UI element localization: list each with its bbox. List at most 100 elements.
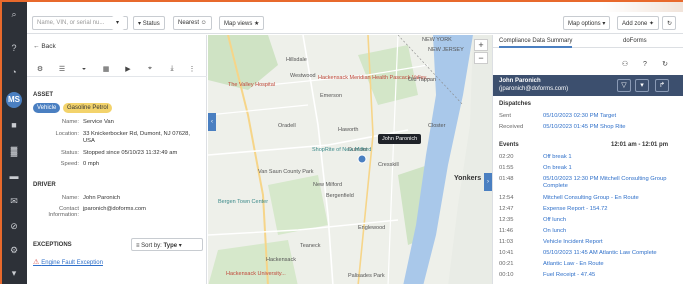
map-view[interactable]: Hillsdale Westwood Hackensack Meridian H… bbox=[208, 35, 492, 284]
filter-icon[interactable]: ▽ bbox=[617, 79, 631, 92]
map-options-label: Map options bbox=[568, 21, 601, 27]
event-desc: Off break 1 bbox=[543, 154, 572, 160]
speed-label: Speed: bbox=[60, 161, 79, 167]
back-link[interactable]: ← Back bbox=[33, 43, 56, 50]
status-label: Status: bbox=[60, 150, 79, 156]
event-desc: 05/10/2023 12:30 PM Mitchell Consulting … bbox=[543, 176, 667, 189]
status-value: Stopped since 05/10/23 11:32:49 am bbox=[83, 150, 178, 156]
asset-map-tooltip[interactable]: John Paronich bbox=[378, 134, 422, 144]
map-options-button[interactable]: Map options ▾ bbox=[563, 16, 611, 30]
received-label: Received bbox=[499, 124, 524, 130]
map-label-new-milford: New Milford bbox=[313, 182, 343, 188]
dispatches-title: Dispatches bbox=[499, 101, 532, 107]
map-label-new-york: NEW YORK bbox=[422, 37, 452, 43]
map-label-westwood: Westwood bbox=[290, 73, 316, 79]
exception-item[interactable]: ⚠ Engine Fault Exception bbox=[33, 258, 103, 266]
refresh-button[interactable]: ↻ bbox=[662, 16, 676, 30]
driver-name-value: John Paronich bbox=[83, 195, 121, 201]
search-dropdown-icon[interactable]: ▾ bbox=[112, 16, 124, 30]
settings-icon[interactable]: ⚙ bbox=[35, 65, 45, 73]
exception-label: Engine Fault Exception bbox=[41, 260, 103, 266]
event-time: 10:41 bbox=[499, 250, 514, 256]
received-value[interactable]: 05/10/2023 01:45 PM Shop Rite bbox=[543, 124, 626, 130]
calendar-icon[interactable]: ▦ bbox=[101, 65, 111, 73]
help-icon[interactable]: ? bbox=[639, 59, 651, 70]
event-desc: Mitchell Consulting Group - En Route bbox=[543, 195, 639, 201]
user-icon[interactable]: MS bbox=[6, 92, 22, 108]
clock-icon[interactable]: ◔ bbox=[8, 66, 20, 78]
search-icon[interactable]: ⌕ bbox=[8, 8, 20, 20]
pin-icon[interactable]: ⌖ bbox=[145, 65, 155, 73]
compass-icon[interactable]: ⊘ bbox=[8, 220, 20, 232]
event-time: 01:48 bbox=[499, 176, 514, 182]
refresh-icon[interactable]: ↻ bbox=[659, 59, 671, 70]
event-time: 00:21 bbox=[499, 261, 514, 267]
driver-name-label: Name: bbox=[61, 195, 79, 201]
chevron-down-icon[interactable]: ▾ bbox=[635, 79, 649, 92]
event-desc: On lunch bbox=[543, 228, 567, 234]
list-icon[interactable]: ☰ bbox=[57, 65, 67, 73]
map-label-bergenfield: Bergenfield bbox=[326, 193, 354, 199]
window-corner-decoration bbox=[602, 2, 683, 12]
event-time: 11:03 bbox=[499, 239, 514, 245]
map-label-emerson: Emerson bbox=[320, 93, 343, 99]
collapse-left-button[interactable]: ‹ bbox=[208, 113, 216, 131]
map-label-hackensack-univ: Hackensack University... bbox=[226, 271, 286, 277]
event-time: 12:47 bbox=[499, 206, 514, 212]
driver-section-title: DRIVER bbox=[33, 182, 56, 188]
tab-doforms[interactable]: doForms bbox=[623, 38, 647, 44]
map-label-van-saun: Van Saun County Park bbox=[258, 169, 314, 175]
truck-icon[interactable]: ▶ bbox=[123, 65, 133, 73]
contact-label: Contact Information: bbox=[48, 206, 79, 218]
collapse-right-button[interactable]: › bbox=[484, 173, 492, 191]
chevron-down-icon: ▾ bbox=[178, 243, 182, 249]
warning-icon: ⚠ bbox=[33, 259, 42, 266]
driver-header-email: (jparonich@doforms.com) bbox=[499, 86, 569, 92]
event-desc: Fuel Receipt - 47.45 bbox=[543, 272, 596, 278]
app-frame: ⌕ ? ◔ MS ■ ▓ ▬ ✉ ⊘ ⚙ ▾ Name, VIN, or ser… bbox=[0, 0, 683, 284]
exceptions-section-title: EXCEPTIONS bbox=[33, 242, 72, 248]
name-label: Name: bbox=[61, 119, 79, 125]
chevron-down-icon[interactable]: ▾ bbox=[8, 267, 20, 279]
mail-icon[interactable]: ✉ bbox=[8, 195, 20, 207]
events-title: Events bbox=[499, 142, 519, 148]
map-label-hillsdale: Hillsdale bbox=[286, 57, 307, 63]
share-icon[interactable]: ↱ bbox=[655, 79, 669, 92]
map-label-palisades: Palisades Park bbox=[348, 273, 385, 279]
add-zone-label: Add zone bbox=[622, 21, 648, 27]
zoom-in-button[interactable]: + bbox=[474, 39, 488, 51]
map-views-button[interactable]: Map views ★ bbox=[219, 16, 265, 30]
zoom-out-button[interactable]: − bbox=[474, 52, 488, 64]
asset-panel: ← Back ⚙ ☰ ◒ ▦ ▶ ⌖ ⤓ ⋮ ASSET Vehicle Gas… bbox=[27, 35, 207, 284]
sidebar-rail: ⌕ ? ◔ MS ■ ▓ ▬ ✉ ⊘ ⚙ ▾ bbox=[2, 2, 27, 284]
nearest-button[interactable]: Nearest ☺ bbox=[173, 16, 212, 30]
status-filter-button[interactable]: ▾ Status bbox=[133, 16, 165, 30]
map-label-englewood: Englewood bbox=[358, 225, 386, 231]
add-zone-button[interactable]: Add zone ✦ bbox=[617, 16, 660, 30]
asset-section-title: ASSET bbox=[33, 92, 54, 98]
map-views-label: Map views bbox=[224, 21, 253, 27]
event-time: 01:55 bbox=[499, 165, 514, 171]
map-label-oradell: Oradell bbox=[278, 123, 296, 129]
event-time: 02:20 bbox=[499, 154, 514, 160]
more-icon[interactable]: ⋮ bbox=[187, 65, 197, 73]
driver-detail-panel: Compliance Data Summary doForms ⚇ ? ↻ Jo… bbox=[492, 35, 683, 284]
binoculars-icon[interactable]: ⚇ bbox=[619, 59, 631, 70]
right-tabs: Compliance Data Summary doForms bbox=[493, 35, 683, 48]
settings-icon[interactable]: ⚙ bbox=[8, 244, 20, 256]
events-range: 12:01 am - 12:01 pm bbox=[611, 142, 669, 148]
tab-compliance[interactable]: Compliance Data Summary bbox=[499, 38, 573, 48]
car-icon[interactable]: ▬ bbox=[8, 170, 20, 182]
truck-icon[interactable]: ■ bbox=[8, 119, 20, 131]
chart-icon[interactable]: ▓ bbox=[8, 145, 20, 157]
location-label: Location: bbox=[55, 131, 79, 137]
name-value: Service Van bbox=[83, 119, 114, 125]
gauge-icon[interactable]: ◒ bbox=[79, 65, 89, 72]
download-icon[interactable]: ⤓ bbox=[167, 65, 177, 73]
map-label-hackensack: Hackensack bbox=[266, 257, 296, 263]
help-icon[interactable]: ? bbox=[8, 42, 20, 54]
map-label-teaneck: Teaneck bbox=[300, 243, 321, 249]
sort-dropdown[interactable]: ≡ Sort by: Type ▾ bbox=[131, 238, 203, 251]
sent-value[interactable]: 05/10/2023 02:30 PM Target bbox=[543, 113, 616, 119]
driver-header-name: John Paronich bbox=[499, 78, 541, 84]
